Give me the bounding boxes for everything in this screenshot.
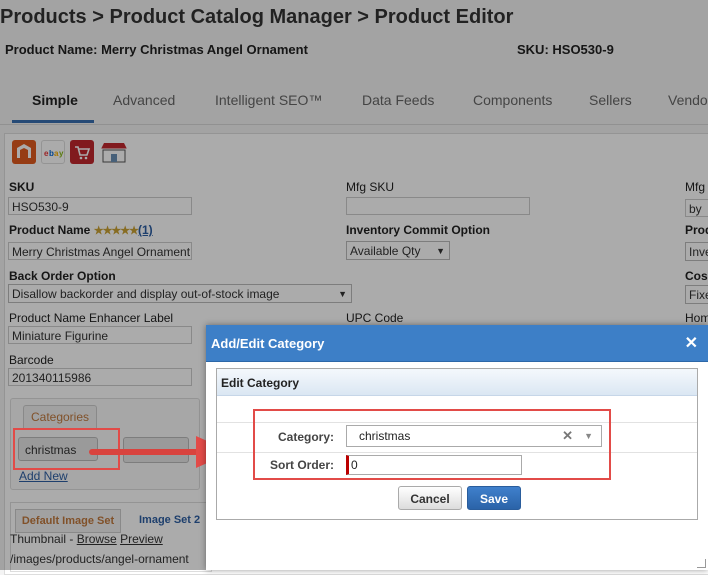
dialog-title: Add/Edit Category bbox=[211, 336, 325, 351]
cancel-button[interactable]: Cancel bbox=[398, 486, 462, 510]
resize-handle-icon[interactable] bbox=[697, 559, 706, 568]
save-button[interactable]: Save bbox=[467, 486, 521, 510]
close-icon[interactable]: ✕ bbox=[685, 333, 698, 353]
dialog-title-bar: Add/Edit Category ✕ bbox=[206, 325, 708, 362]
edit-category-header: Edit Category bbox=[217, 369, 697, 396]
dialog-fields-highlight bbox=[253, 409, 611, 480]
